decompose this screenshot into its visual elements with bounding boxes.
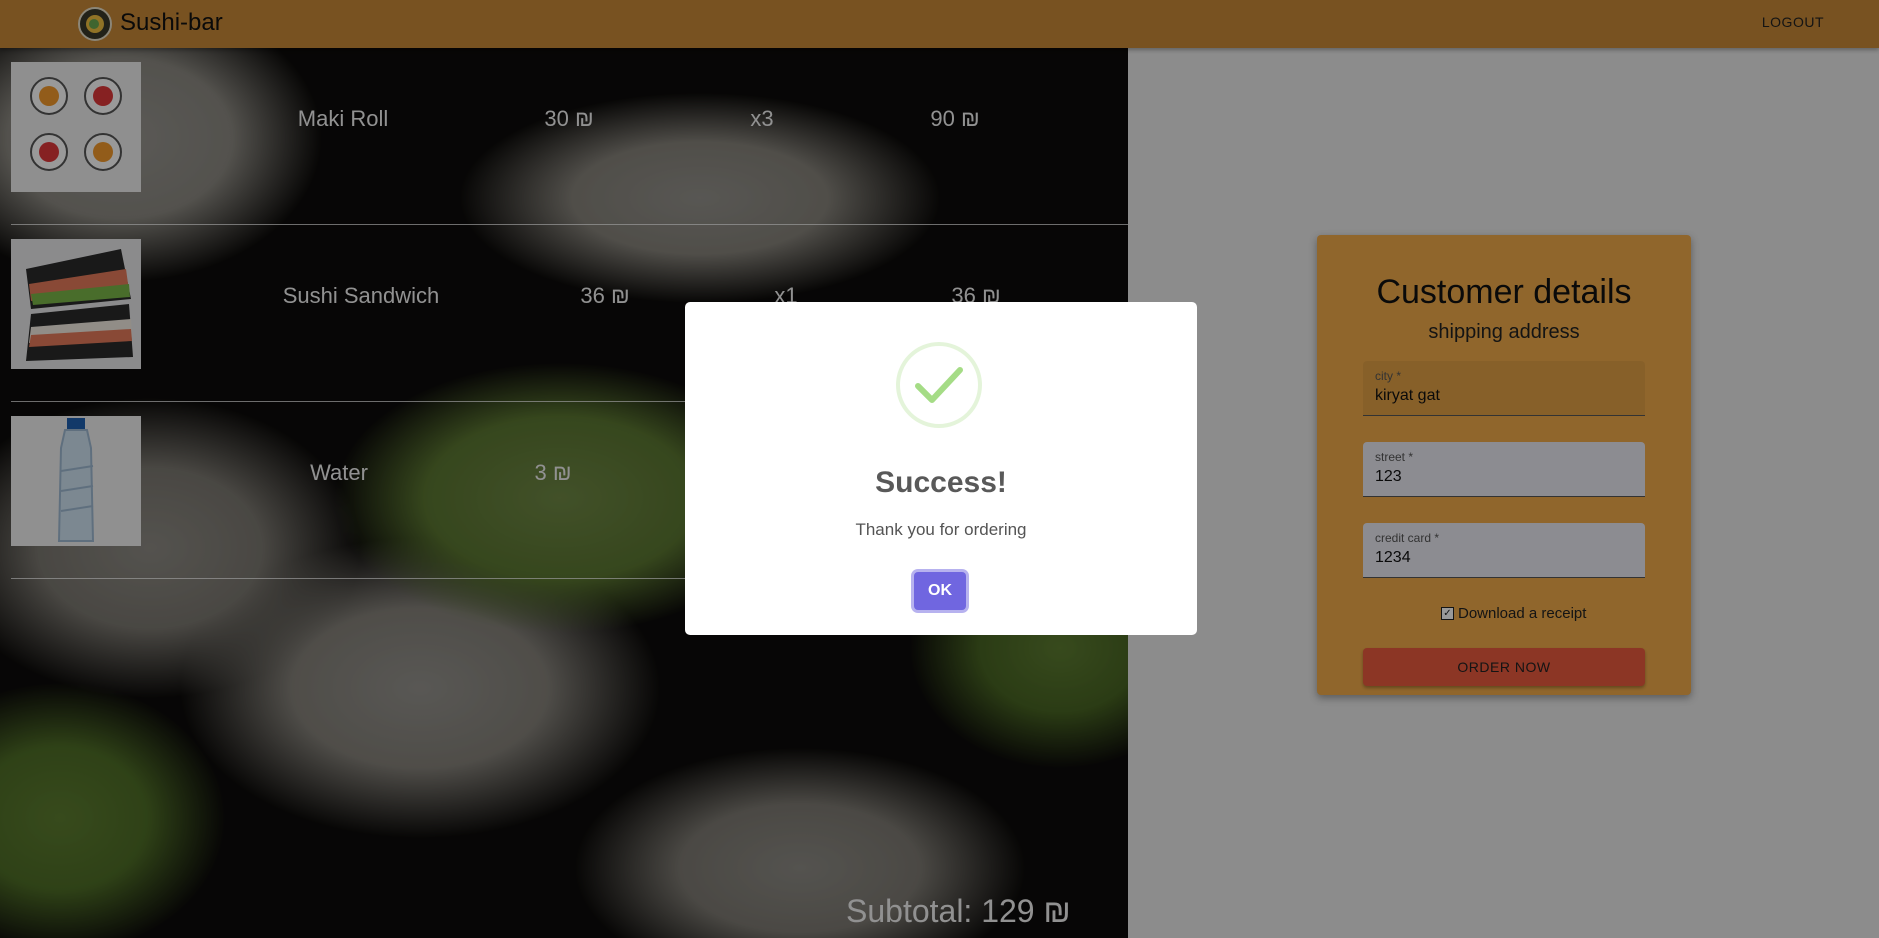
check-icon xyxy=(896,342,982,428)
dialog-message: Thank you for ordering xyxy=(855,520,1027,539)
ok-button[interactable]: OK xyxy=(914,572,966,610)
success-dialog: Success! Thank you for ordering OK xyxy=(685,302,1197,635)
dialog-title: Success! xyxy=(875,466,1007,499)
